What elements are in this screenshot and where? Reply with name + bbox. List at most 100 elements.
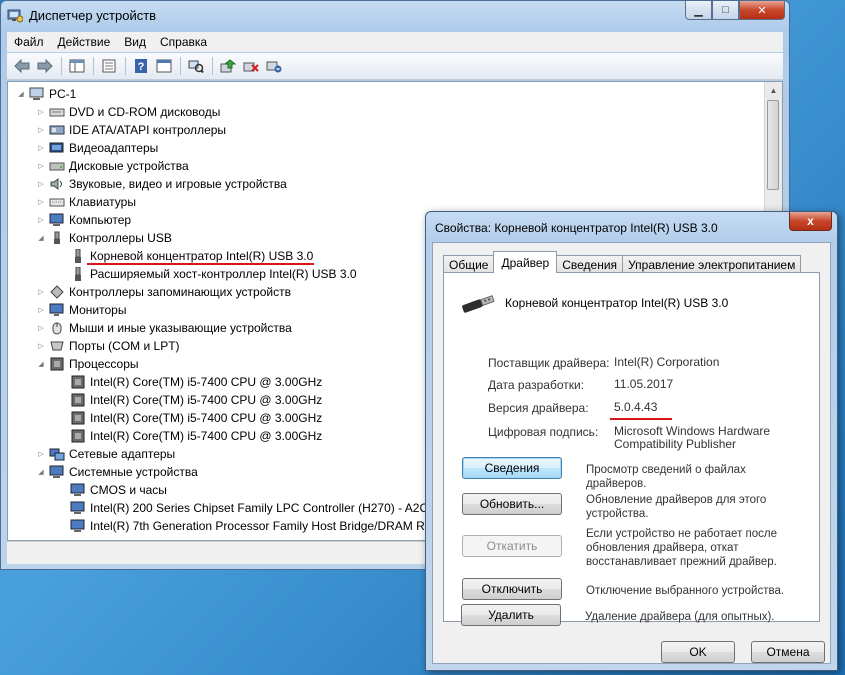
tab-strip: Общие Драйвер Сведения Управление электр…: [443, 251, 802, 273]
collapse-arrow-icon[interactable]: ◢: [16, 90, 26, 98]
tree-item-cpu[interactable]: Intel(R) Core(TM) i5-7400 CPU @ 3.00GHz: [70, 427, 322, 445]
expand-arrow-icon[interactable]: ▷: [36, 126, 46, 134]
expand-arrow-icon[interactable]: ▷: [36, 108, 46, 116]
tree-category-video[interactable]: ▷ Видеоадаптеры: [36, 139, 158, 157]
computer-icon: [49, 213, 65, 227]
expand-arrow-icon[interactable]: ▷: [36, 450, 46, 458]
tree-category-label: Контроллеры USB: [69, 231, 172, 245]
tree-root[interactable]: ◢ PC-1: [16, 85, 76, 103]
rollback-driver-desc: Если устройство не работает после обновл…: [586, 528, 778, 568]
tree-category-storage[interactable]: ▷ Контроллеры запоминающих устройств: [36, 283, 291, 301]
tree-category-label: Мониторы: [69, 303, 127, 317]
tree-category-label: Клавиатуры: [69, 195, 136, 209]
tree-item-cpu[interactable]: Intel(R) Core(TM) i5-7400 CPU @ 3.00GHz: [70, 373, 322, 391]
menu-view[interactable]: Вид: [117, 35, 153, 49]
system-device-icon: [70, 483, 86, 497]
help-icon: ?: [135, 59, 147, 73]
device-manager-icon: [7, 7, 24, 23]
console-tree-icon: [69, 59, 85, 73]
uninstall-device-button[interactable]: [263, 56, 285, 76]
keyboard-icon: [49, 195, 65, 209]
tree-category-monitors[interactable]: ▷ Мониторы: [36, 301, 126, 319]
scan-hardware-icon: [188, 60, 204, 73]
usb-device-icon: [70, 266, 86, 281]
expand-arrow-icon[interactable]: ▷: [36, 324, 46, 332]
expand-arrow-icon[interactable]: ▷: [36, 162, 46, 170]
dialog-title: Свойства: Корневой концентратор Intel(R)…: [435, 221, 718, 235]
tab-power-management[interactable]: Управление электропитанием: [622, 255, 802, 273]
disable-device-icon: [243, 62, 259, 72]
menu-action[interactable]: Действие: [51, 35, 118, 49]
view-button[interactable]: [153, 56, 175, 76]
dialog-close-button[interactable]: x: [789, 212, 832, 231]
help-button[interactable]: ?: [130, 56, 152, 76]
expand-arrow-icon[interactable]: ▷: [36, 288, 46, 296]
properties-button[interactable]: [98, 56, 120, 76]
expand-arrow-icon[interactable]: ▷: [36, 198, 46, 206]
forward-button[interactable]: [34, 56, 56, 76]
tree-category-system[interactable]: ◢ Системные устройства: [36, 463, 197, 481]
tree-category-usb[interactable]: ◢ Контроллеры USB: [36, 229, 172, 247]
tree-item-cpu[interactable]: Intel(R) Core(TM) i5-7400 CPU @ 3.00GHz: [70, 391, 322, 409]
update-driver-button[interactable]: [217, 56, 239, 76]
tree-item-system-device[interactable]: CMOS и часы: [70, 481, 167, 499]
ok-button[interactable]: OK: [661, 641, 735, 663]
tree-category-label: Сетевые адаптеры: [69, 447, 176, 461]
maximize-button[interactable]: □: [712, 1, 739, 20]
tree-item-system-device[interactable]: Intel(R) 200 Series Chipset Family LPC C…: [70, 499, 435, 517]
expand-arrow-icon[interactable]: ▷: [36, 342, 46, 350]
tree-category-network[interactable]: ▷ Сетевые адаптеры: [36, 445, 175, 463]
collapse-arrow-icon[interactable]: ◢: [36, 360, 46, 368]
tree-category-dvd[interactable]: ▷ DVD и CD-ROM дисководы: [36, 103, 220, 121]
cancel-button[interactable]: Отмена: [751, 641, 825, 663]
tree-category-label: Порты (COM и LPT): [69, 339, 180, 353]
expand-arrow-icon[interactable]: ▷: [36, 216, 46, 224]
scan-hardware-button[interactable]: [185, 56, 207, 76]
tree-category-mice[interactable]: ▷ Мыши и иные указывающие устройства: [36, 319, 292, 337]
disable-device-button[interactable]: [240, 56, 262, 76]
processor-icon: [70, 393, 86, 407]
expand-arrow-icon[interactable]: ▷: [36, 180, 46, 188]
collapse-arrow-icon[interactable]: ◢: [36, 468, 46, 476]
tree-root-label: PC-1: [49, 87, 77, 101]
scroll-up-icon[interactable]: ▲: [765, 82, 782, 99]
collapse-arrow-icon[interactable]: ◢: [36, 234, 46, 242]
update-driver-button[interactable]: Обновить...: [462, 493, 562, 515]
tree-category-ports[interactable]: ▷ Порты (COM и LPT): [36, 337, 180, 355]
tree-category-keyboards[interactable]: ▷ Клавиатуры: [36, 193, 136, 211]
driver-details-desc: Просмотр сведений о файлах драйверов.: [586, 464, 746, 490]
uninstall-driver-button[interactable]: Удалить: [461, 604, 561, 626]
back-button[interactable]: [11, 56, 33, 76]
menu-help[interactable]: Справка: [153, 35, 214, 49]
provider-value: Intel(R) Corporation: [614, 355, 720, 369]
disable-device-button[interactable]: Отключить: [462, 578, 562, 600]
tree-item-usb-host-controller[interactable]: Расширяемый хост-контроллер Intel(R) USB…: [70, 265, 357, 283]
minimize-button[interactable]: ▁: [685, 1, 712, 20]
tree-category-processors[interactable]: ◢ Процессоры: [36, 355, 138, 373]
tree-category-disks[interactable]: ▷ Дисковые устройства: [36, 157, 188, 175]
version-value: 5.0.4.43: [614, 400, 658, 414]
properties-icon: [102, 59, 116, 73]
tree-category-sound[interactable]: ▷ Звуковые, видео и игровые устройства: [36, 175, 287, 193]
console-tree-button[interactable]: [66, 56, 88, 76]
tree-category-ide[interactable]: ▷ IDE ATA/ATAPI контроллеры: [36, 121, 226, 139]
tab-details[interactable]: Сведения: [556, 255, 624, 273]
tree-item-cpu[interactable]: Intel(R) Core(TM) i5-7400 CPU @ 3.00GHz: [70, 409, 322, 427]
highlight-underline: [87, 263, 314, 265]
menu-file[interactable]: Файл: [7, 35, 51, 49]
close-button[interactable]: ✕: [739, 1, 785, 20]
expand-arrow-icon[interactable]: ▷: [36, 144, 46, 152]
date-value: 11.05.2017: [614, 377, 674, 391]
scrollbar-thumb[interactable]: [767, 100, 779, 190]
tab-general[interactable]: Общие: [443, 255, 495, 273]
uninstall-driver-desc: Удаление драйвера (для опытных).: [585, 611, 775, 623]
tree-item-label: CMOS и часы: [90, 483, 167, 497]
tree-item-system-device[interactable]: Intel(R) 7th Generation Processor Family…: [70, 517, 441, 535]
expand-arrow-icon[interactable]: ▷: [36, 306, 46, 314]
tree-category-computer[interactable]: ▷ Компьютер: [36, 211, 131, 229]
title-bar[interactable]: Диспетчер устройств ▁ □ ✕: [1, 1, 789, 31]
driver-details-button[interactable]: Сведения: [462, 457, 562, 479]
rollback-driver-button[interactable]: Откатить: [462, 535, 562, 557]
tab-driver[interactable]: Драйвер: [493, 251, 558, 273]
system-device-icon: [70, 519, 86, 533]
